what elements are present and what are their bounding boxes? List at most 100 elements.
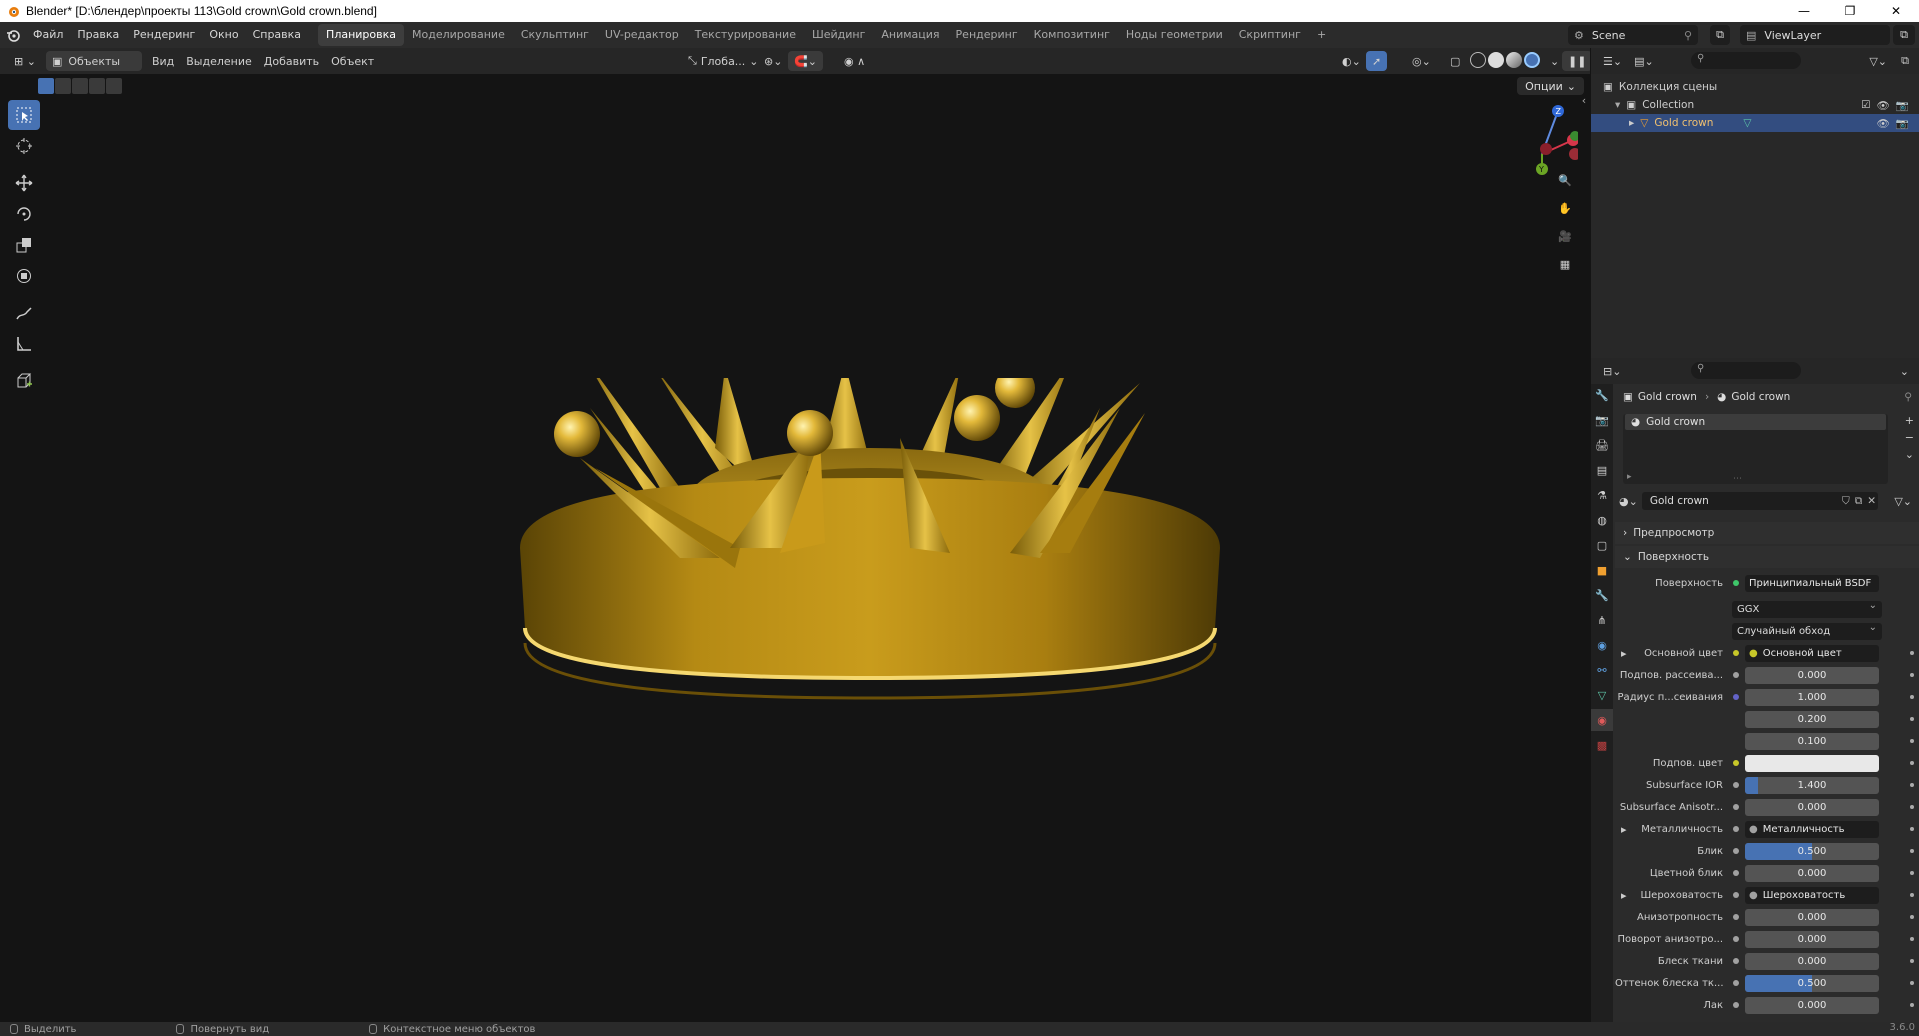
camera-view-icon[interactable]: 🎥 bbox=[1553, 224, 1577, 248]
proportional-edit-icon[interactable]: ◉ ∧ bbox=[838, 51, 871, 71]
eye-icon[interactable]: 👁 bbox=[1877, 99, 1890, 112]
workspace-tab[interactable]: UV-редактор bbox=[597, 24, 687, 46]
input-socket-icon[interactable] bbox=[1733, 694, 1739, 700]
pin-icon[interactable]: ⚲ bbox=[1684, 29, 1692, 42]
view-layer-selector[interactable]: ▤ ViewLayer bbox=[1740, 25, 1890, 45]
subsurface-method-dropdown[interactable]: Случайный обход bbox=[1732, 622, 1882, 640]
tool-tab-icon[interactable]: 🔧 bbox=[1591, 384, 1613, 406]
cursor-tool[interactable] bbox=[8, 131, 40, 161]
resize-handle-icon[interactable]: ⋯ bbox=[1733, 474, 1742, 484]
viewport-menu-item[interactable]: Добавить bbox=[258, 51, 325, 71]
property-field[interactable]: 0.500 bbox=[1745, 974, 1879, 992]
keyframe-dot-icon[interactable] bbox=[1910, 849, 1914, 853]
select-subtract-icon[interactable] bbox=[72, 78, 88, 94]
pan-hand-icon[interactable]: ✋ bbox=[1553, 196, 1577, 220]
filter-icon[interactable]: ▽⌄ bbox=[1863, 51, 1893, 71]
3d-viewport[interactable]: ⊞ ⌄ ▣ Объекты Вид Выделение Добавить Объект… bbox=[0, 48, 1590, 1022]
outliner-row-scene-collection[interactable]: ▣ Коллекция сцены bbox=[1591, 78, 1919, 96]
close-button[interactable]: ✕ bbox=[1873, 0, 1919, 22]
new-view-layer-icon[interactable]: ⧉ bbox=[1893, 25, 1915, 45]
constraints-tab-icon[interactable]: ⚯ bbox=[1591, 659, 1613, 681]
new-scene-icon[interactable]: ⧉ bbox=[1710, 25, 1730, 45]
gizmo-toggle-icon[interactable]: ➚ bbox=[1366, 51, 1388, 71]
property-field[interactable]: ● Основной цвет bbox=[1745, 644, 1879, 662]
render-tab-icon[interactable]: 📷 bbox=[1591, 409, 1613, 431]
editor-type-icon[interactable]: ⊞ ⌄ bbox=[8, 51, 42, 71]
scene-selector[interactable]: ⚙ Scene ⚲ bbox=[1568, 25, 1698, 45]
maximize-button[interactable]: ❐ bbox=[1827, 0, 1873, 22]
property-field[interactable]: 0.000 bbox=[1745, 996, 1879, 1014]
input-socket-icon[interactable] bbox=[1733, 914, 1739, 920]
mode-selector[interactable]: ▣ Объекты bbox=[45, 51, 142, 71]
property-field[interactable]: 0.200 bbox=[1745, 710, 1879, 728]
select-intersect-icon[interactable] bbox=[106, 78, 122, 94]
property-field[interactable]: 0.000 bbox=[1745, 930, 1879, 948]
scale-tool[interactable] bbox=[8, 230, 40, 260]
input-socket-icon[interactable] bbox=[1733, 650, 1739, 656]
surface-panel-header[interactable]: ⌄ Поверхность bbox=[1615, 546, 1919, 568]
keyframe-dot-icon[interactable] bbox=[1910, 959, 1914, 963]
input-socket-icon[interactable] bbox=[1733, 958, 1739, 964]
workspace-tab[interactable]: Планировка bbox=[318, 24, 405, 46]
properties-editor-type-icon[interactable]: ⊟⌄ bbox=[1597, 361, 1627, 381]
workspace-tab[interactable]: Скриптинг bbox=[1231, 24, 1309, 46]
select-new-icon[interactable] bbox=[38, 78, 54, 94]
outliner-search-input[interactable]: ⚲ bbox=[1691, 52, 1801, 69]
property-field[interactable]: 0.100 bbox=[1745, 732, 1879, 750]
eye-icon[interactable]: 👁 bbox=[1877, 117, 1890, 130]
remove-slot-icon[interactable]: − bbox=[1905, 431, 1914, 444]
mesh-data-icon[interactable]: ▽ bbox=[1743, 117, 1751, 129]
expand-icon[interactable]: ▸ bbox=[1627, 472, 1632, 482]
minimize-button[interactable]: — bbox=[1781, 0, 1827, 22]
keyframe-dot-icon[interactable] bbox=[1910, 717, 1914, 721]
viewport-menu-item[interactable]: Вид bbox=[146, 51, 180, 71]
workspace-tab[interactable]: Композитинг bbox=[1026, 24, 1118, 46]
preview-panel-header[interactable]: › Предпросмотр bbox=[1615, 522, 1919, 544]
keyframe-dot-icon[interactable] bbox=[1910, 651, 1914, 655]
menu-item[interactable]: Справка bbox=[246, 24, 308, 46]
property-field[interactable]: 0.000 bbox=[1745, 908, 1879, 926]
snap-icon[interactable]: 🧲⌄ bbox=[788, 51, 823, 71]
material-browse-icon[interactable]: ◕⌄ bbox=[1619, 495, 1638, 508]
input-socket-icon[interactable] bbox=[1733, 870, 1739, 876]
workspace-tab[interactable]: Моделирование bbox=[404, 24, 513, 46]
texture-tab-icon[interactable]: ▩ bbox=[1591, 734, 1613, 756]
node-link-icon[interactable]: ▽⌄ bbox=[1894, 495, 1912, 508]
expand-arrow-icon[interactable]: ▸ bbox=[1621, 889, 1627, 902]
menu-item[interactable]: Правка bbox=[70, 24, 126, 46]
workspace-tab[interactable]: Рендеринг bbox=[948, 24, 1026, 46]
blender-menu-icon[interactable] bbox=[0, 24, 26, 46]
property-field[interactable]: 0.500 bbox=[1745, 842, 1879, 860]
overlay-icon[interactable]: ◎⌄ bbox=[1406, 51, 1437, 71]
viewport-menu-item[interactable]: Выделение bbox=[180, 51, 258, 71]
surface-shader-field[interactable]: Принципиальный BSDF bbox=[1745, 574, 1879, 592]
select-box-tool[interactable] bbox=[8, 100, 40, 130]
outliner-row-gold-crown[interactable]: ▸ ▽ Gold crown ▽ 👁 📷 bbox=[1591, 114, 1919, 132]
chevron-down-icon[interactable]: ▾ bbox=[1615, 99, 1620, 111]
duplicate-icon[interactable]: ⧉ bbox=[1855, 495, 1863, 508]
display-mode-icon[interactable]: ▤⌄ bbox=[1628, 51, 1660, 71]
input-socket-icon[interactable] bbox=[1733, 804, 1739, 810]
property-field[interactable]: 0.000 bbox=[1745, 864, 1879, 882]
output-tab-icon[interactable]: 🖨 bbox=[1591, 434, 1613, 456]
xray-icon[interactable]: ▢ bbox=[1444, 51, 1466, 71]
keyframe-dot-icon[interactable] bbox=[1910, 673, 1914, 677]
solid-shading-icon[interactable] bbox=[1488, 52, 1504, 68]
navigation-gizmo[interactable]: Z Y bbox=[1498, 96, 1578, 176]
physics-tab-icon[interactable]: ◉ bbox=[1591, 634, 1613, 656]
transform-orientation[interactable]: ⤡ Глоба... ⌄ bbox=[682, 51, 765, 71]
input-socket-icon[interactable] bbox=[1733, 892, 1739, 898]
properties-search-input[interactable]: ⚲ bbox=[1691, 362, 1801, 379]
keyframe-dot-icon[interactable] bbox=[1910, 937, 1914, 941]
wireframe-shading-icon[interactable] bbox=[1470, 52, 1486, 68]
slot-menu-icon[interactable]: ⌄ bbox=[1905, 448, 1914, 461]
visibility-icon[interactable]: ◐⌄ bbox=[1336, 51, 1367, 71]
collection-tab-icon[interactable]: ▢ bbox=[1591, 534, 1613, 556]
pause-render-icon[interactable]: ❚❚ bbox=[1562, 51, 1590, 71]
property-field[interactable]: ● Металличность bbox=[1745, 820, 1879, 838]
unlink-icon[interactable]: ✕ bbox=[1867, 495, 1876, 508]
material-slot-list[interactable]: ◕ Gold crown ▸ ⋯ bbox=[1623, 414, 1888, 484]
scene-tab-icon[interactable]: ⚗ bbox=[1591, 484, 1613, 506]
viewport-menu-item[interactable]: Объект bbox=[325, 51, 380, 71]
keyframe-dot-icon[interactable] bbox=[1910, 871, 1914, 875]
